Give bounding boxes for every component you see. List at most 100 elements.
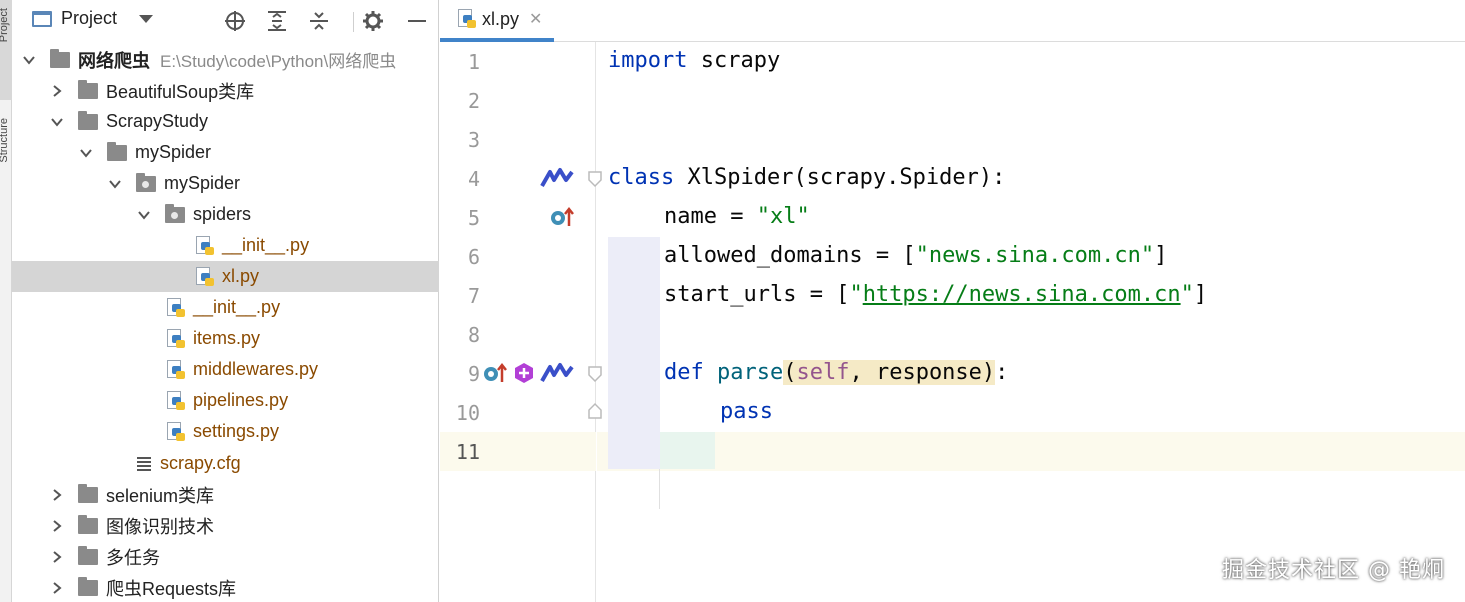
tree-item-folder[interactable]: 多任务 [12, 541, 439, 572]
chevron-down-icon[interactable] [79, 146, 93, 160]
tree-item-label: settings.py [193, 421, 280, 441]
code-line: import scrapy [597, 42, 1465, 81]
chevron-right-icon[interactable] [50, 84, 64, 98]
chevron-down-icon[interactable] [137, 208, 151, 222]
tree-item-file[interactable]: items.py [12, 323, 439, 354]
tree-item-file[interactable]: scrapy.cfg [12, 448, 439, 479]
tree-item-label: ScrapyStudy [106, 111, 209, 131]
chevron-right-icon[interactable] [50, 488, 64, 502]
python-file-icon [194, 235, 214, 256]
tab-label: xl.py [482, 8, 520, 29]
string-token: " [1180, 282, 1194, 307]
tree-item-file[interactable]: pipelines.py [12, 385, 439, 416]
tree-item-file[interactable]: middlewares.py [12, 354, 439, 385]
tree-item-file[interactable]: __init__.py [12, 292, 439, 323]
folder-icon [50, 48, 70, 68]
chevron-down-icon[interactable] [50, 115, 64, 129]
collapse-all-icon[interactable] [306, 8, 332, 34]
chevron-down-icon[interactable] [108, 177, 122, 191]
code-token: allowed_domains = [ [664, 243, 916, 268]
tree-item-label: spiders [193, 204, 252, 224]
project-stripe-label: Project [0, 8, 10, 43]
code-token: name = [664, 204, 757, 229]
gutter-line: 1 [440, 42, 596, 81]
code-token: ] [1154, 243, 1168, 268]
tree-item-folder[interactable]: selenium类库 [12, 479, 439, 510]
package-folder-icon [165, 203, 185, 223]
tree-item-file[interactable]: __init__.py [12, 230, 439, 261]
gear-icon[interactable] [360, 8, 386, 34]
chevron-right-icon[interactable] [50, 581, 64, 595]
structure-stripe-label[interactable]: Structure [0, 118, 10, 163]
line-number: 4 [467, 167, 480, 191]
editor-gutter: 1 2 3 4 5 6 7 8 9 10 11 [440, 42, 602, 602]
line-number: 1 [467, 50, 480, 74]
code-line-text: def parse(self, response): [664, 360, 1008, 385]
python-file-icon [165, 390, 185, 411]
gutter-line: 9 [440, 354, 602, 393]
tree-item-label: scrapy.cfg [160, 453, 241, 473]
tree-item-label: items.py [193, 328, 261, 348]
tree-item-folder[interactable]: 图像识别技术 [12, 510, 439, 541]
python-file-icon [456, 9, 476, 29]
chevron-down-icon[interactable] [22, 53, 36, 67]
tree-item-folder[interactable]: 爬虫Requests库 [12, 572, 439, 602]
code-token: ( [783, 360, 797, 385]
project-tool-window-button[interactable]: Project [0, 0, 12, 100]
gutter-line: 7 [440, 276, 596, 315]
tree-item-root[interactable]: 网络爬虫 E:\Study\code\Python\网络爬虫 [12, 44, 439, 75]
tree-item-label: mySpider [135, 142, 212, 162]
tree-item-label: xl.py [222, 266, 260, 286]
code-area[interactable]: import scrapy class XlSpider(scrapy.Spid… [597, 42, 1465, 602]
python-file-icon [165, 359, 185, 380]
code-token: start_urls = [ [664, 282, 850, 307]
expand-all-icon[interactable] [264, 8, 290, 34]
folder-icon [78, 514, 98, 534]
project-view-selector[interactable]: Project [32, 8, 154, 29]
chevron-right-icon[interactable] [50, 519, 64, 533]
tree-item-folder[interactable]: BeautifulSoup类库 [12, 75, 439, 106]
chevron-right-icon[interactable] [50, 550, 64, 564]
toolbar-separator [353, 12, 354, 32]
line-number: 6 [467, 245, 480, 269]
tree-item-package[interactable]: mySpider [12, 168, 439, 199]
minimize-icon[interactable] [404, 8, 430, 34]
code-line-text: import scrapy [608, 48, 780, 73]
string-token: "xl" [756, 204, 810, 229]
gutter-line: 2 [440, 81, 596, 120]
line-number: 5 [467, 206, 480, 230]
code-line: class XlSpider(scrapy.Spider): [597, 159, 1465, 198]
code-line: def parse(self, response): [597, 354, 1465, 393]
left-tool-stripe: Project Structure [0, 0, 12, 602]
tab-xl-py[interactable]: xl.py ✕ [440, 0, 554, 42]
keyword-token: import [608, 48, 688, 73]
tree-item-path: E:\Study\code\Python\网络爬虫 [160, 52, 397, 71]
implement-icon[interactable] [513, 362, 535, 384]
folder-icon [78, 576, 98, 596]
code-token: : [995, 360, 1009, 385]
line-number: 9 [467, 362, 480, 386]
scrapy-spider-icon[interactable] [540, 167, 574, 189]
chevron-down-icon [139, 14, 154, 23]
code-token: , response) [849, 360, 996, 385]
tree-item-label: BeautifulSoup类库 [106, 81, 255, 102]
function-name-token: parse [703, 360, 784, 385]
python-file-icon [165, 297, 185, 318]
project-panel-header: Project [12, 0, 438, 42]
self-token: self [796, 360, 850, 385]
tree-item-label: selenium类库 [106, 485, 215, 506]
python-file-icon [194, 266, 214, 287]
tree-item-package[interactable]: spiders [12, 199, 439, 230]
tree-item-folder[interactable]: mySpider [12, 137, 439, 168]
code-line: pass [597, 393, 1465, 432]
tree-item-file[interactable]: settings.py [12, 416, 439, 447]
tree-item-folder[interactable]: ScrapyStudy [12, 106, 439, 137]
parameter-highlight: (self, response) [783, 360, 996, 385]
overrides-icon[interactable] [482, 362, 508, 384]
locate-icon[interactable] [222, 8, 248, 34]
scrapy-spider-icon[interactable] [540, 362, 574, 384]
overrides-icon[interactable] [549, 206, 575, 228]
tree-item-file-selected[interactable]: xl.py [12, 261, 439, 292]
url-link[interactable]: https://news.sina.com.cn [863, 282, 1181, 307]
close-icon[interactable]: ✕ [529, 9, 542, 29]
